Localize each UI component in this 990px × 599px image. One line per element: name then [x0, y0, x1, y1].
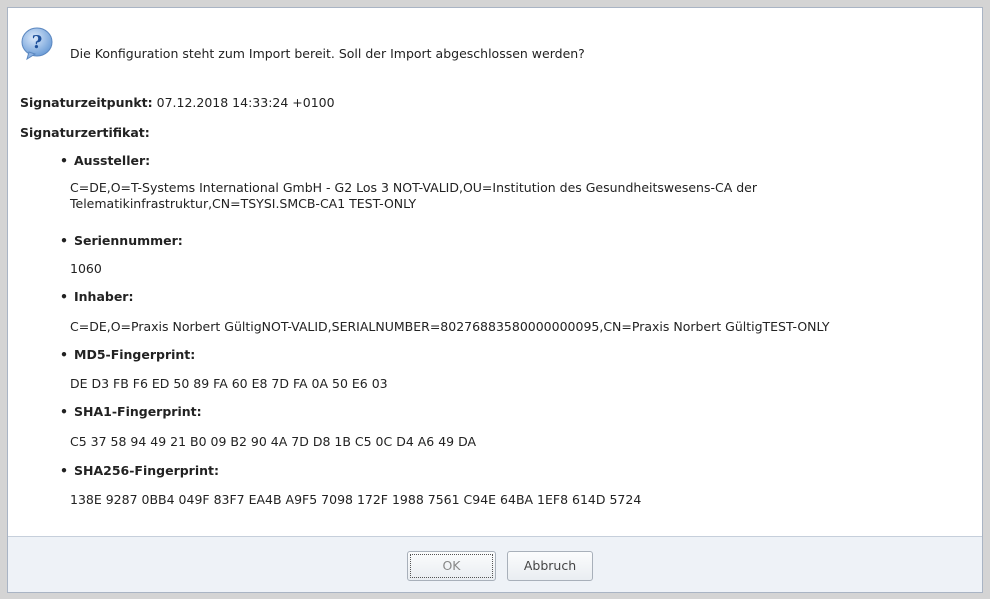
question-icon: ?	[21, 27, 53, 61]
dialog-footer: OK Abbruch	[8, 536, 982, 592]
md5-fingerprint-value: DE D3 FB F6 ED 50 89 FA 60 E8 7D FA 0A 5…	[70, 376, 388, 391]
signature-time-label: Signaturzeitpunkt:	[20, 95, 153, 110]
signature-certificate-label: Signaturzertifikat:	[20, 125, 150, 140]
confirmation-question: Die Konfiguration steht zum Import berei…	[70, 46, 585, 61]
holder-label: • Inhaber:	[60, 289, 134, 304]
sha1-fingerprint-label: • SHA1-Fingerprint:	[60, 404, 202, 419]
signature-time: Signaturzeitpunkt: 07.12.2018 14:33:24 +…	[20, 95, 335, 110]
holder-value: C=DE,O=Praxis Norbert GültigNOT-VALID,SE…	[70, 319, 830, 334]
signature-time-value: 07.12.2018 14:33:24 +0100	[152, 95, 335, 110]
ok-button[interactable]: OK	[407, 551, 496, 581]
sha1-fingerprint-value: C5 37 58 94 49 21 B0 09 B2 90 4A 7D D8 1…	[70, 434, 477, 449]
serial-number-value: 1060	[70, 261, 102, 276]
serial-number-label: • Seriennummer:	[60, 233, 183, 248]
sha256-fingerprint-label: • SHA256-Fingerprint:	[60, 463, 220, 478]
sha256-fingerprint-value: 138E 9287 0BB4 049F 83F7 EA4B A9F5 7098 …	[70, 492, 642, 507]
issuer-value: C=DE,O=T-Systems International GmbH - G2…	[70, 180, 757, 211]
cancel-button[interactable]: Abbruch	[507, 551, 593, 581]
dialog-content: ? Die Konfiguration steht zum Import ber…	[8, 8, 982, 537]
md5-fingerprint-label: • MD5-Fingerprint:	[60, 347, 196, 362]
issuer-label: • Aussteller:	[60, 153, 151, 168]
svg-text:?: ?	[32, 32, 43, 53]
confirm-dialog: ? Die Konfiguration steht zum Import ber…	[7, 7, 983, 593]
